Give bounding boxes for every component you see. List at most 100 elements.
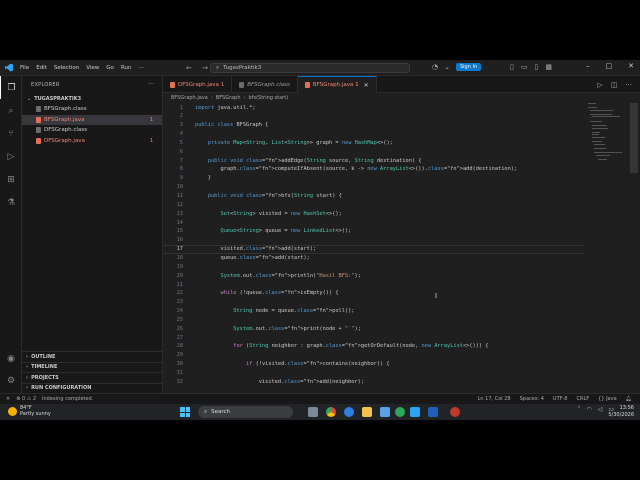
code-editor[interactable]: 1 import java.util.*; 2 3 public class BFSGr… (163, 103, 593, 393)
code-line[interactable]: 31 (163, 369, 583, 378)
edge-icon[interactable] (344, 407, 354, 417)
menu-selection[interactable]: Selection (54, 65, 79, 71)
wifi-icon[interactable]: ◠ (586, 406, 591, 413)
customize-layout-icon[interactable]: ▦ (545, 63, 552, 71)
code-line[interactable]: 29 (163, 351, 583, 360)
tab-dfsgraph-java[interactable]: DFSGraph.java 1 (163, 76, 233, 93)
end-of-line[interactable]: CRLF (576, 396, 589, 402)
explorer-icon[interactable]: ❐ (0, 76, 22, 99)
testing-icon[interactable]: ⚗ (0, 191, 22, 214)
word-icon[interactable] (428, 407, 438, 417)
minimize-icon[interactable]: – (586, 62, 590, 70)
run-debug-icon[interactable]: ▷ (0, 145, 22, 168)
task-view-icon[interactable] (308, 407, 318, 417)
file-item[interactable]: DFSGraph.class (22, 125, 162, 136)
menu-view[interactable]: View (86, 65, 99, 71)
breadcrumb-class[interactable]: BFSGraph (216, 95, 241, 101)
code-line[interactable]: 24 String node = queue.class="fn">poll()… (163, 307, 583, 316)
section-run-configuration[interactable]: › RUN CONFIGURATION (22, 382, 163, 394)
indentation[interactable]: Spaces: 4 (520, 396, 544, 402)
code-line[interactable]: 14 (163, 218, 583, 227)
more-actions-icon[interactable]: ··· (148, 81, 154, 88)
clock[interactable]: 13:56 5/30/2026 (608, 405, 634, 418)
menu-go[interactable]: Go (106, 65, 114, 71)
code-line[interactable]: 2 (163, 112, 583, 121)
whatsapp-icon[interactable] (395, 407, 405, 417)
section-projects[interactable]: › PROJECTS (22, 372, 163, 383)
code-line[interactable]: 27 (163, 333, 583, 342)
code-line[interactable]: 10 (163, 183, 583, 192)
maximize-icon[interactable]: □ (606, 62, 613, 70)
split-editor-icon[interactable]: ◫ (611, 81, 618, 89)
code-line[interactable]: 11 public void class="fn">bfs(String sta… (163, 192, 583, 201)
minimap[interactable] (588, 103, 628, 163)
code-line[interactable]: 13 Set<String> visited = new HashSet<>()… (163, 209, 583, 218)
source-control-icon[interactable]: ⑂ (0, 122, 22, 145)
section-timeline[interactable]: › TIMELINE (22, 361, 163, 373)
code-line[interactable]: 19 (163, 262, 583, 271)
notifications-icon[interactable]: 🔔︎ (626, 396, 632, 402)
problems-indicator[interactable]: ⊗ 0 ⚠ 2 (16, 396, 36, 402)
code-line[interactable]: 6 (163, 147, 583, 156)
code-line[interactable]: 15 Queue<String> queue = new LinkedList<… (163, 227, 583, 236)
command-center[interactable]: ⌕ TugasPraktik3 (210, 63, 410, 73)
close-icon[interactable]: ✕ (628, 62, 634, 70)
menu-file[interactable]: File (20, 65, 29, 71)
code-line[interactable]: 7 public void class="fn">addEdge(String … (163, 156, 583, 165)
sign-in-button[interactable]: Sign In (455, 63, 482, 71)
chevron-up-icon[interactable]: ˄ (577, 406, 580, 413)
code-line[interactable]: 22 while (!queue.class="fn">isEmpty()) { (163, 289, 583, 298)
volume-icon[interactable]: ◁ (598, 406, 603, 413)
breadcrumb-method[interactable]: bfs(String start) (249, 95, 289, 101)
run-icon[interactable]: ▷ (597, 81, 602, 89)
windows-start-icon[interactable] (180, 407, 190, 417)
code-line[interactable]: 26 System.out.class="fn">print(node + " … (163, 324, 583, 333)
file-explorer-icon[interactable] (362, 407, 372, 417)
code-line[interactable]: 16 (163, 236, 583, 245)
code-line[interactable]: 12 (163, 200, 583, 209)
close-tab-icon[interactable]: ✕ (364, 82, 369, 89)
weather-widget[interactable]: 84°F Partly sunny (8, 405, 51, 417)
editor-scrollbar[interactable] (630, 103, 638, 173)
vscode-taskbar-icon[interactable] (410, 407, 420, 417)
remote-icon[interactable]: ✕ (6, 396, 10, 402)
code-line[interactable]: 3 public class BFSGraph { (163, 121, 583, 130)
menu-edit[interactable]: Edit (36, 65, 47, 71)
code-line[interactable]: 21 (163, 280, 583, 289)
chevron-down-icon[interactable]: ⌄ (444, 63, 450, 71)
code-line[interactable]: 23 (163, 298, 583, 307)
code-line[interactable]: 20 System.out.class="fn">println("Hasil … (163, 271, 583, 280)
code-line[interactable]: 9 } (163, 174, 583, 183)
search-icon[interactable]: ⌕ (0, 99, 22, 122)
menu-more[interactable]: ··· (138, 65, 143, 71)
toggle-primary-sidebar-icon[interactable]: ▯ (510, 63, 514, 71)
language-mode[interactable]: {} Java (598, 396, 617, 402)
code-line[interactable]: 32 visited.class="fn">add(neighbor); (163, 377, 583, 386)
menu-run[interactable]: Run (121, 65, 132, 71)
tab-bfsgraph-java[interactable]: BFSGraph.java 1 ✕ (297, 76, 377, 93)
file-item[interactable]: BFSGraph.java 1 (22, 114, 162, 125)
file-item[interactable]: DFSGraph.java 1 (22, 136, 162, 147)
cursor-position[interactable]: Ln 17, Col 28 (478, 396, 511, 402)
tab-bfsgraph-class[interactable]: BFSGraph.class (232, 76, 298, 93)
code-line[interactable]: 17 visited.class="fn">add(start); (163, 244, 583, 254)
copilot-icon[interactable]: ◔ (432, 63, 438, 71)
encoding[interactable]: UTF-8 (553, 396, 568, 402)
toggle-secondary-sidebar-icon[interactable]: ▯ (534, 63, 538, 71)
section-outline[interactable]: › OUTLINE (22, 351, 163, 362)
project-folder[interactable]: ⌄ TUGASPRAKTIK3 (22, 94, 162, 104)
chrome-icon[interactable] (326, 407, 336, 417)
gear-icon[interactable]: ⚙ (0, 370, 22, 392)
toggle-panel-icon[interactable]: ▭ (521, 63, 528, 71)
more-actions-icon[interactable]: ··· (625, 81, 632, 89)
taskbar-search[interactable]: ⌕ Search (198, 406, 293, 418)
app-icon[interactable] (450, 407, 460, 417)
code-line[interactable]: 4 (163, 130, 583, 139)
code-line[interactable]: 5 private Map<String, List<String>> grap… (163, 138, 583, 147)
code-line[interactable]: 18 queue.class="fn">add(start); (163, 253, 583, 262)
code-line[interactable]: 8 graph.class="fn">computeIfAbsent(sourc… (163, 165, 583, 174)
code-line[interactable]: 28 for (String neighbor : graph.class="f… (163, 342, 583, 351)
nav-back-forward[interactable]: ← → (186, 64, 212, 72)
code-line[interactable]: 1 import java.util.*; (163, 103, 583, 112)
account-icon[interactable]: ◉ (0, 348, 22, 370)
